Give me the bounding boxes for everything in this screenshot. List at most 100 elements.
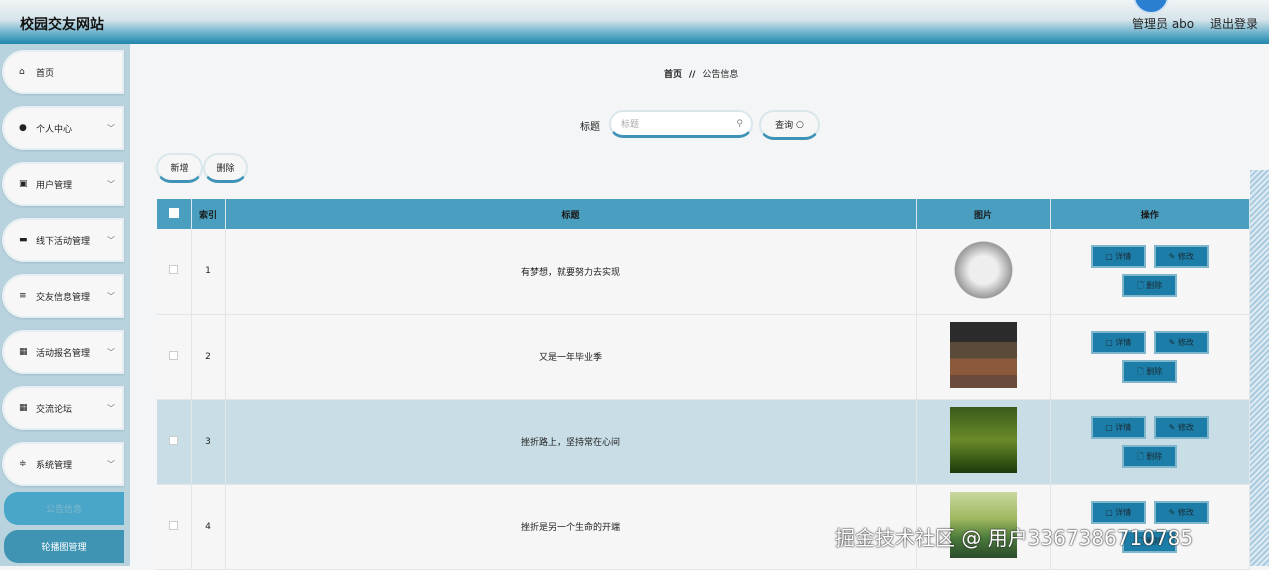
sidebar-item-label: 个人中心: [36, 124, 73, 135]
current-user: 管理员 abo: [1132, 17, 1195, 31]
sidebar-item-label: 首页: [36, 68, 55, 79]
avatar: [1133, 0, 1169, 14]
row-checkbox[interactable]: [169, 520, 179, 530]
chevron-down-icon: ﹀: [107, 347, 115, 357]
table-row: 3 挫折路上，坚持常在心间 ▢ 详情 ✎ 修改 🗋 删除: [157, 399, 1250, 485]
sidebar-item-5[interactable]: ▦ 活动报名管理 ﹀: [2, 330, 124, 374]
delete-button[interactable]: 🗋 删除: [1122, 359, 1178, 383]
breadcrumb: 首页 // 公告信息: [664, 67, 738, 80]
home-icon: ⌂: [19, 67, 25, 77]
row-index: 2: [191, 314, 226, 400]
chevron-down-icon: ﹀: [107, 179, 115, 189]
search-label: 标题: [580, 122, 600, 133]
edit-label: 修改: [1177, 252, 1194, 262]
sidebar-subitem-0[interactable]: 公告信息: [4, 492, 124, 525]
sidebar: ⌂ 首页 ● 个人中心 ﹀ ▣ 用户管理 ﹀ ▬ 线下活动管理 ﹀ ≡ 交友信息管理 ﹀ ▦ 活动报名管理 ﹀ ▦…: [0, 44, 130, 566]
sidebar-item-3[interactable]: ▬ 线下活动管理 ﹀: [2, 218, 124, 262]
sidebar-item-7[interactable]: ≑ 系统管理 ﹀: [2, 442, 124, 486]
row-title: 有梦想，就要努力去实现: [225, 229, 917, 315]
detail-label: 详情: [1115, 252, 1132, 262]
watermark: 掘金技术社区 @ 用户3367386710785: [835, 526, 1194, 550]
search-placeholder: 标题: [621, 120, 640, 130]
col-actions: 操作: [1050, 199, 1250, 229]
list-icon: ≡: [19, 291, 27, 301]
row-checkbox[interactable]: [169, 265, 179, 275]
chevron-down-icon: ﹀: [107, 235, 115, 245]
breadcrumb-separator: //: [688, 70, 696, 80]
site-title: 校园交友网站: [20, 17, 104, 33]
logout-link[interactable]: 退出登录: [1210, 15, 1258, 32]
edit-button[interactable]: ✎ 修改: [1153, 415, 1209, 439]
detail-label: 详情: [1115, 422, 1132, 432]
col-index: 索引: [191, 199, 226, 229]
edit-label: 修改: [1177, 422, 1194, 432]
bulk-delete-button[interactable]: 删除: [203, 153, 248, 183]
edit-label: 修改: [1177, 507, 1194, 517]
notice-table: 索引 标题 图片 操作 1 有梦想，就要努力去实现 ▢ 详情 ✎ 修改 🗋 删除 …: [157, 199, 1250, 570]
grid-icon: ▦: [19, 403, 28, 413]
sidebar-item-label: 交流论坛: [36, 404, 73, 415]
table-row: 1 有梦想，就要努力去实现 ▢ 详情 ✎ 修改 🗋 删除: [157, 229, 1250, 315]
edit-button[interactable]: ✎ 修改: [1153, 245, 1209, 269]
grid-icon: ▦: [19, 347, 28, 357]
decorative-stripe: [1250, 170, 1269, 566]
sidebar-item-label: 活动报名管理: [36, 348, 91, 359]
row-title: 挫折路上，坚持常在心间: [225, 399, 917, 485]
edit-button[interactable]: ✎ 修改: [1153, 500, 1209, 524]
row-title: 又是一年毕业季: [225, 314, 917, 400]
chevron-down-icon: ﹀: [107, 291, 115, 301]
detail-button[interactable]: ▢ 详情: [1090, 500, 1146, 524]
edit-label: 修改: [1177, 337, 1194, 347]
edit-button[interactable]: ✎ 修改: [1153, 330, 1209, 354]
row-index: 4: [191, 484, 226, 570]
title-search-input[interactable]: 标题 ⚲: [609, 110, 753, 138]
sidebar-subitem-1[interactable]: 轮播图管理: [4, 530, 124, 563]
chevron-down-icon: ﹀: [107, 459, 115, 469]
select-all-checkbox[interactable]: [168, 207, 179, 218]
sidebar-item-label: 系统管理: [36, 460, 73, 471]
select-all-header: [157, 199, 192, 229]
col-title: 标题: [225, 199, 917, 229]
row-image: [949, 407, 1017, 473]
clipboard-icon: ▣: [19, 179, 28, 189]
sidebar-item-1[interactable]: ● 个人中心 ﹀: [2, 106, 124, 150]
briefcase-icon: ▬: [19, 235, 28, 245]
detail-button[interactable]: ▢ 详情: [1090, 330, 1146, 354]
row-image: [949, 322, 1017, 388]
delete-button[interactable]: 🗋 删除: [1122, 274, 1178, 298]
top-header: 校园交友网站 管理员 abo 退出登录: [0, 0, 1269, 44]
row-checkbox[interactable]: [169, 350, 179, 360]
sidebar-item-label: 用户管理: [36, 180, 73, 191]
user-icon: ●: [19, 123, 27, 133]
sidebar-item-0[interactable]: ⌂ 首页: [2, 50, 124, 94]
sidebar-item-label: 交友信息管理: [36, 292, 91, 303]
detail-button[interactable]: ▢ 详情: [1090, 245, 1146, 269]
detail-label: 详情: [1115, 507, 1132, 517]
sidebar-item-4[interactable]: ≡ 交友信息管理 ﹀: [2, 274, 124, 318]
delete-label: 删除: [1146, 281, 1163, 291]
chevron-down-icon: ﹀: [107, 403, 115, 413]
query-button[interactable]: 查询 ○: [759, 110, 820, 140]
sidebar-item-6[interactable]: ▦ 交流论坛 ﹀: [2, 386, 124, 430]
row-index: 1: [191, 229, 226, 315]
table-row: 2 又是一年毕业季 ▢ 详情 ✎ 修改 🗋 删除: [157, 314, 1250, 400]
sidebar-item-2[interactable]: ▣ 用户管理 ﹀: [2, 162, 124, 206]
delete-label: 删除: [1146, 451, 1163, 461]
query-label: 查询: [775, 121, 794, 131]
detail-button[interactable]: ▢ 详情: [1090, 415, 1146, 439]
row-checkbox[interactable]: [169, 435, 179, 445]
add-button[interactable]: 新增: [156, 153, 203, 183]
col-image: 图片: [916, 199, 1051, 229]
breadcrumb-current: 公告信息: [702, 70, 739, 80]
delete-button[interactable]: 🗋 删除: [1122, 444, 1178, 468]
chevron-down-icon: ﹀: [107, 123, 115, 133]
sliders-icon: ≑: [19, 459, 27, 469]
row-index: 3: [191, 399, 226, 485]
row-image: [949, 236, 1017, 303]
search-icon: ○: [796, 119, 804, 130]
delete-label: 删除: [1146, 366, 1163, 376]
breadcrumb-home[interactable]: 首页: [664, 70, 682, 80]
sidebar-item-label: 线下活动管理: [36, 236, 91, 247]
row-title: 挫折是另一个生命的开端: [225, 484, 917, 570]
detail-label: 详情: [1115, 337, 1132, 347]
